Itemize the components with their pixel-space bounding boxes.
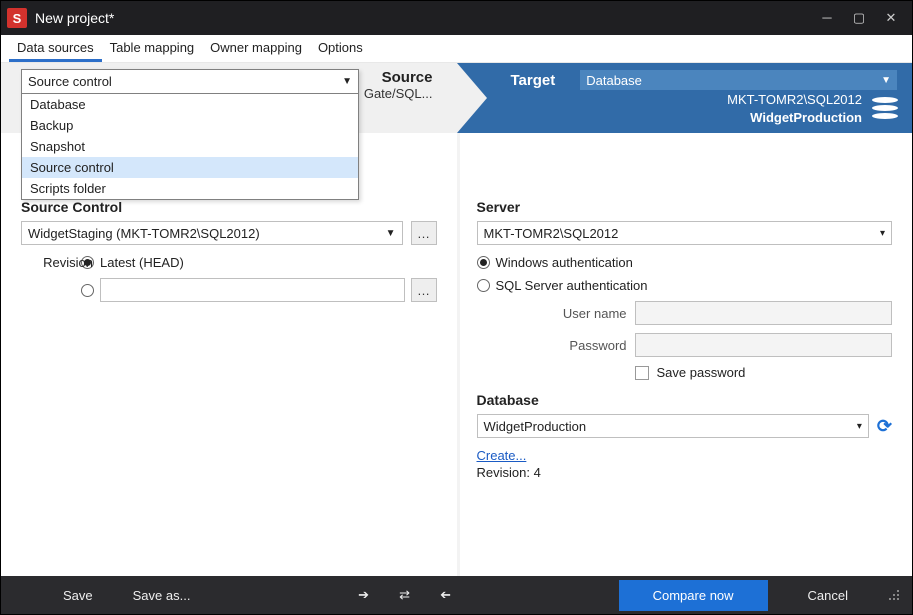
chevron-down-icon: ▼ <box>386 228 396 239</box>
source-browse-button[interactable]: … <box>411 221 437 245</box>
dropdown-option-snapshot[interactable]: Snapshot <box>22 136 358 157</box>
app-logo: S <box>7 8 27 28</box>
maximize-button[interactable]: ▢ <box>852 10 866 26</box>
password-input <box>635 333 893 357</box>
server-value: MKT-TOMR2\SQL2012 <box>484 226 619 241</box>
revision-browse-button[interactable]: … <box>411 278 437 302</box>
database-select[interactable]: WidgetProduction ▾ <box>477 414 869 438</box>
source-type-current[interactable]: Source control ▼ <box>22 70 358 94</box>
source-type-dropdown[interactable]: Source control ▼ Database Backup Snapsho… <box>21 69 359 200</box>
save-button[interactable]: Save <box>63 588 93 603</box>
compare-now-button[interactable]: Compare now <box>619 580 768 611</box>
resize-grip[interactable] <box>888 589 900 601</box>
database-label: Database <box>477 392 893 408</box>
tab-options[interactable]: Options <box>310 35 371 62</box>
revision-input[interactable] <box>100 278 405 302</box>
tab-owner-mapping[interactable]: Owner mapping <box>202 35 310 62</box>
dropdown-option-database[interactable]: Database <box>22 94 358 115</box>
sql-auth-label: SQL Server authentication <box>496 278 648 293</box>
server-label: Server <box>477 199 893 215</box>
arrow-right-icon[interactable]: ➔ <box>358 587 369 603</box>
titlebar: S New project* ─ ▢ ✕ <box>1 1 912 35</box>
window-title: New project* <box>35 10 812 26</box>
revision-text: Revision: 4 <box>477 465 893 480</box>
save-as-button[interactable]: Save as... <box>133 588 191 603</box>
save-password-checkbox[interactable] <box>635 366 649 380</box>
source-control-value: WidgetStaging (MKT-TOMR2\SQL2012) <box>28 226 260 241</box>
username-input <box>635 301 893 325</box>
target-db-name: WidgetProduction <box>727 109 862 127</box>
chevron-down-icon: ▼ <box>342 76 352 87</box>
tab-table-mapping[interactable]: Table mapping <box>102 35 203 62</box>
dropdown-option-source-control[interactable]: Source control <box>22 157 358 178</box>
chevron-down-icon: ▾ <box>880 228 885 239</box>
tab-data-sources[interactable]: Data sources <box>9 35 102 62</box>
sql-auth-radio[interactable] <box>477 279 490 292</box>
close-button[interactable]: ✕ <box>884 10 898 26</box>
banner-arrow <box>457 63 487 133</box>
database-value: WidgetProduction <box>484 419 587 434</box>
dropdown-option-backup[interactable]: Backup <box>22 115 358 136</box>
password-label: Password <box>477 338 627 353</box>
swap-icon[interactable]: ⇄ <box>399 587 410 603</box>
content-area: Source Gate/SQL... Target Database ▼ MKT… <box>1 63 912 576</box>
revision-label: Revision <box>43 255 93 270</box>
database-icon <box>872 97 898 121</box>
server-select[interactable]: MKT-TOMR2\SQL2012 ▾ <box>477 221 893 245</box>
target-panel: Server MKT-TOMR2\SQL2012 ▾ Windows authe… <box>457 133 913 576</box>
dropdown-option-scripts-folder[interactable]: Scripts folder <box>22 178 358 199</box>
target-type-select[interactable]: Database ▼ <box>579 69 898 91</box>
cancel-button[interactable]: Cancel <box>808 588 848 603</box>
revision-latest-label: Latest (HEAD) <box>100 255 184 270</box>
source-type-current-label: Source control <box>28 74 112 89</box>
chevron-down-icon: ▾ <box>857 421 862 432</box>
refresh-icon[interactable]: ⟳ <box>877 416 892 437</box>
windows-auth-label: Windows authentication <box>496 255 633 270</box>
save-password-label: Save password <box>657 365 746 380</box>
target-server-name: MKT-TOMR2\SQL2012 <box>727 91 862 109</box>
source-control-select[interactable]: WidgetStaging (MKT-TOMR2\SQL2012) ▼ <box>21 221 403 245</box>
arrow-left-icon[interactable]: ➔ <box>440 587 451 603</box>
tabbar: Data sources Table mapping Owner mapping… <box>1 35 912 63</box>
windows-auth-radio[interactable] <box>477 256 490 269</box>
minimize-button[interactable]: ─ <box>820 10 834 26</box>
revision-specific-radio[interactable] <box>81 284 94 297</box>
source-control-label: Source Control <box>21 199 437 215</box>
chevron-down-icon: ▼ <box>881 75 891 86</box>
username-label: User name <box>477 306 627 321</box>
target-banner: Target Database ▼ MKT-TOMR2\SQL2012 Widg… <box>457 63 913 133</box>
target-type-value: Database <box>586 73 642 88</box>
footer: Save Save as... ➔ ⇄ ➔ Compare now Cancel <box>1 576 912 614</box>
create-database-link[interactable]: Create... <box>477 448 527 463</box>
